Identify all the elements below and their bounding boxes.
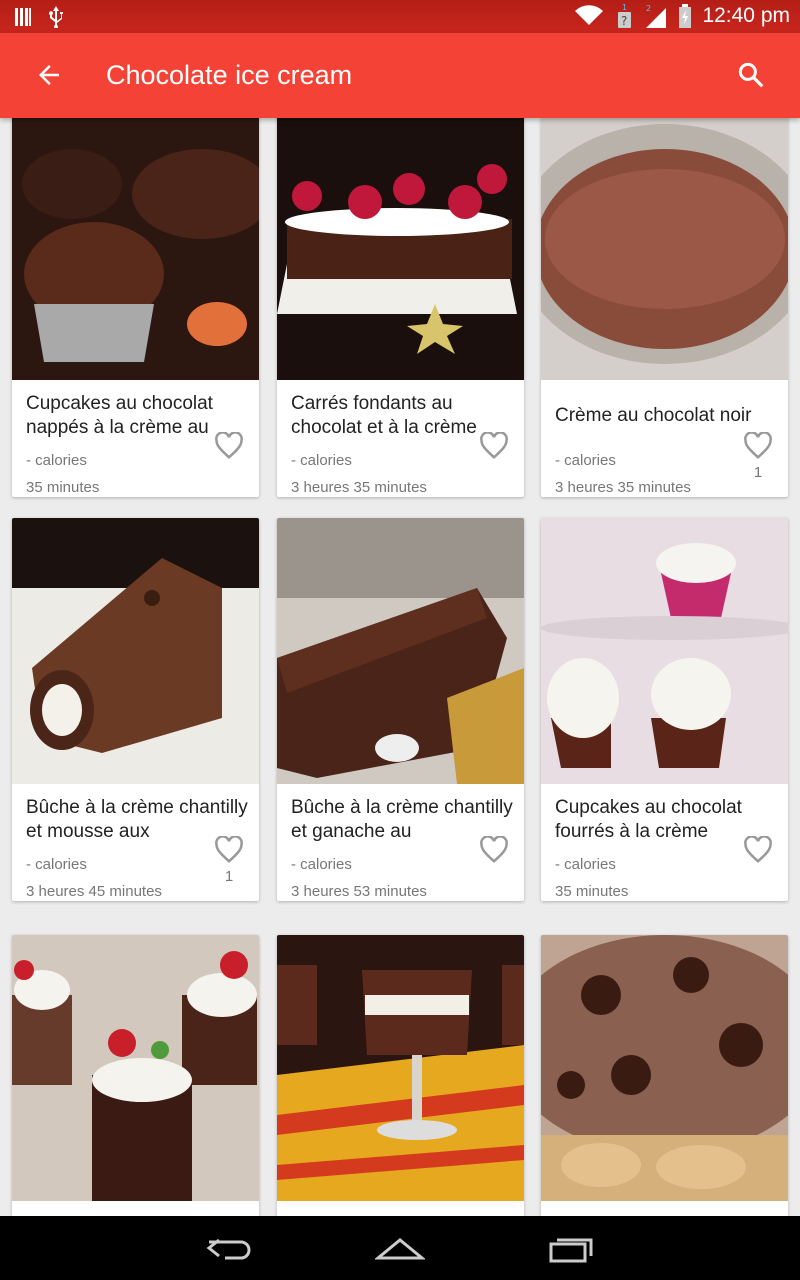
recipe-card[interactable]: Carrés fondants au chocolat et à la crèm…: [277, 118, 524, 497]
search-icon[interactable]: [736, 60, 766, 90]
recipe-image: [12, 518, 259, 784]
signal-icon: 2: [646, 4, 667, 28]
recipe-time: 35 minutes: [26, 479, 100, 496]
like-count: 1: [224, 868, 234, 885]
recipe-time: 3 heures 35 minutes: [555, 479, 691, 496]
status-time: 12:40 pm: [702, 4, 790, 27]
recipe-card[interactable]: Bûche à la crème chantilly et mousse aux…: [12, 518, 259, 901]
favorite-heart-icon[interactable]: [479, 836, 509, 864]
nav-recents-icon[interactable]: [547, 1234, 597, 1264]
recipe-card[interactable]: [277, 935, 524, 1216]
recipe-calories: - calories: [555, 856, 616, 873]
recipe-card[interactable]: [12, 935, 259, 1216]
recipe-image: [277, 518, 524, 784]
recipe-calories: - calories: [26, 452, 87, 469]
svg-text:2: 2: [646, 4, 651, 13]
favorite-heart-icon[interactable]: [214, 432, 244, 460]
page-title: Chocolate ice cream: [106, 60, 353, 90]
recipe-card[interactable]: Cupcakes au chocolat fourrés à la crème …: [541, 518, 788, 901]
recipe-image: [541, 935, 788, 1201]
recipe-card[interactable]: Crème au chocolat noir - calories 3 heur…: [541, 118, 788, 497]
back-arrow-icon[interactable]: [34, 60, 64, 90]
app-bar: Chocolate ice cream: [0, 33, 800, 118]
recipe-calories: - calories: [26, 856, 87, 873]
nav-home-icon[interactable]: [375, 1234, 425, 1264]
sim-unknown-icon: 1?: [618, 4, 632, 28]
recipe-time: 35 minutes: [555, 883, 629, 900]
recipe-calories: - calories: [291, 452, 352, 469]
recipe-image: [277, 118, 524, 380]
battery-icon: [679, 4, 692, 28]
like-count: 1: [753, 464, 763, 481]
nav-back-icon[interactable]: [205, 1234, 255, 1264]
wifi-icon: [575, 5, 604, 25]
recipe-card[interactable]: Cupcakes au chocolat nappés à la crème a…: [12, 118, 259, 497]
recipe-card[interactable]: Bûche à la crème chantilly et ganache au…: [277, 518, 524, 901]
recipe-time: 3 heures 53 minutes: [291, 883, 427, 900]
recipe-image: [541, 518, 788, 784]
recipe-calories: - calories: [291, 856, 352, 873]
recipe-calories: - calories: [555, 452, 616, 469]
recipe-card[interactable]: [541, 935, 788, 1216]
recipe-grid: Cupcakes au chocolat nappés à la crème a…: [0, 118, 800, 1216]
recipe-time: 3 heures 35 minutes: [291, 479, 427, 496]
favorite-heart-icon[interactable]: [743, 836, 773, 864]
svg-text:?: ?: [621, 14, 627, 28]
recipe-time: 3 heures 45 minutes: [26, 883, 162, 900]
recipe-image: [541, 118, 788, 380]
usb-icon: [49, 6, 63, 28]
favorite-heart-icon[interactable]: [214, 836, 244, 864]
recipe-image: [12, 118, 259, 380]
sim-card-icon: [15, 8, 31, 26]
navigation-bar: [0, 1216, 800, 1280]
recipe-title: Crème au chocolat noir: [555, 405, 752, 426]
svg-text:1: 1: [622, 4, 627, 12]
recipe-image: [277, 935, 524, 1201]
status-bar: 1? 2 12:40 pm: [0, 0, 800, 33]
favorite-heart-icon[interactable]: [743, 432, 773, 460]
favorite-heart-icon[interactable]: [479, 432, 509, 460]
recipe-image: [12, 935, 259, 1201]
